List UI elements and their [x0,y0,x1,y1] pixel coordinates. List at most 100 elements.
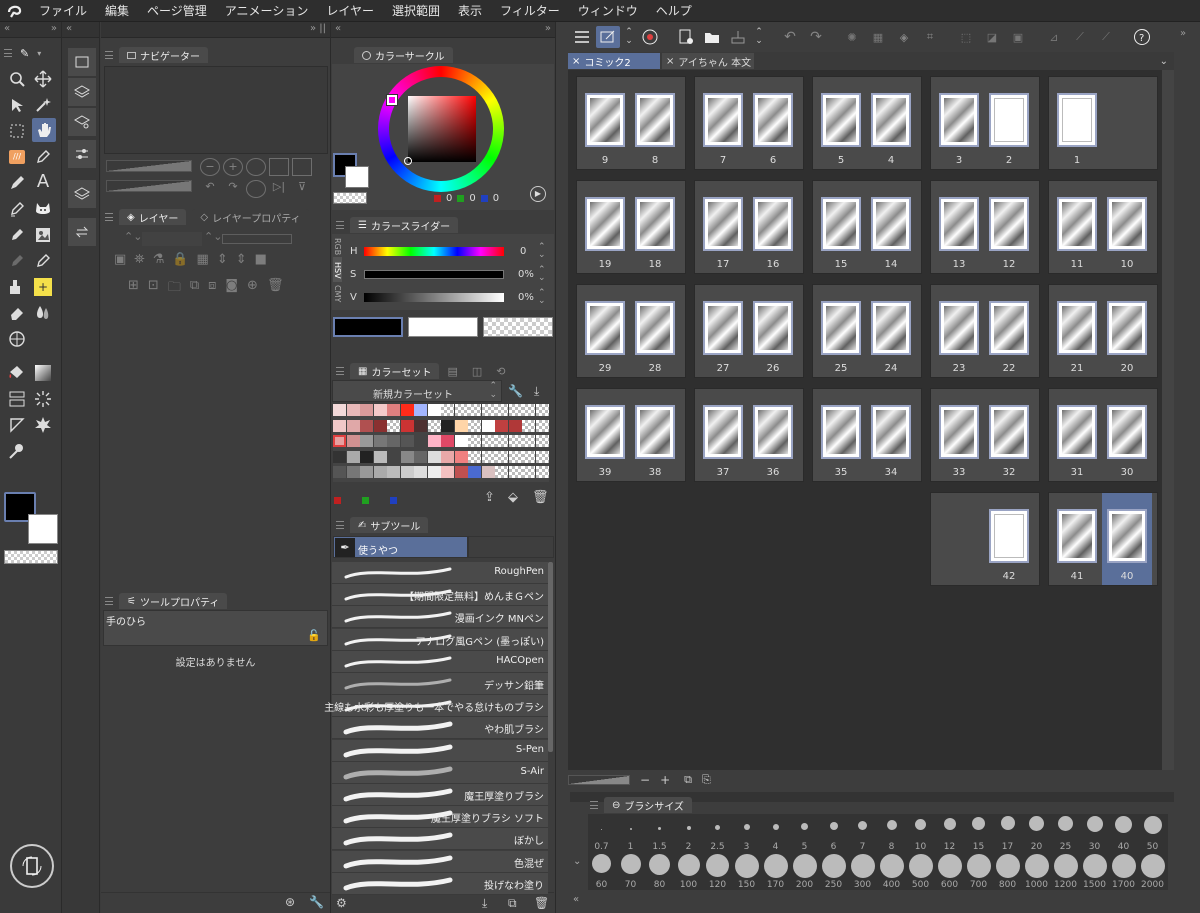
color-swatch[interactable] [400,435,414,447]
page-thumbnail[interactable] [703,405,743,459]
color-swatch[interactable] [427,450,441,463]
brush-size-preset[interactable]: 170 [762,854,789,890]
rotate-left-icon[interactable]: ↶ [200,180,220,198]
color-swatch[interactable] [333,466,346,478]
page-spread[interactable]: 27 26 [694,284,804,378]
color-set-settings-icon[interactable]: 🔧 [508,384,523,398]
tool-property-reset-icon[interactable]: ⊛ [285,895,295,909]
slider-sub-color[interactable] [408,317,478,337]
brush-size-preset[interactable]: 6 [820,816,847,852]
clear-icon[interactable]: ▦ [866,26,890,48]
brush-size-collapse-icon[interactable]: « [573,894,579,905]
color-swatch[interactable] [522,466,535,478]
zoom-tool-icon[interactable] [6,68,28,90]
tool-lock-icon[interactable]: 🔓 [307,629,321,642]
color-swatch[interactable] [373,450,387,463]
color-swatch[interactable] [387,450,400,463]
color-swatch[interactable] [441,404,454,416]
tab-list-chevron-icon[interactable]: ⌄ [1160,56,1168,67]
dock-adjust-icon[interactable] [68,140,96,168]
mask-icon[interactable]: ◙ [225,278,238,298]
tab-color-circle[interactable]: カラーサークル [354,47,453,63]
fill-icon[interactable]: ◈ [892,26,916,48]
speedline-tool-icon[interactable] [32,388,54,410]
color-swatch[interactable] [400,419,414,432]
flip-horizontal-icon[interactable]: ▷| [269,180,289,198]
page-spread[interactable]: 33 32 [930,388,1040,482]
brush-size-preset[interactable]: 600 [936,854,963,890]
brush-size-preset[interactable]: 500 [907,854,934,890]
tab-tool-property[interactable]: ⚟ ツールプロパティ [119,593,228,609]
color-swatch[interactable] [535,419,549,432]
zoom-in-icon[interactable]: + [223,158,243,176]
brush-size-preset[interactable]: 1 [617,816,644,852]
airbrush-tool-icon[interactable] [6,224,28,246]
brush-size-preset[interactable]: 30 [1081,816,1108,852]
page-thumbnail[interactable] [1057,93,1097,147]
menu-animation[interactable]: アニメーション [216,0,318,22]
page-edit-icon[interactable] [596,26,620,48]
brush-item[interactable]: 魔王厚塗りブラシ [332,784,548,806]
v-stepper-icon[interactable]: ⌃ ⌄ [538,289,546,306]
new-raster-layer-icon[interactable]: ⊞ [128,278,139,298]
page-thumbnail[interactable] [703,93,743,147]
color-swatch[interactable] [387,435,400,447]
page-manager-scrollbar[interactable] [1162,70,1174,770]
brush-item[interactable]: 投げなわ塗り [332,872,548,895]
flip-vertical-icon[interactable]: ⊽ [292,180,312,198]
stamp-tool-icon[interactable] [6,276,28,298]
color-swatch[interactable] [346,450,360,463]
menu-help[interactable]: ヘルプ [647,0,701,22]
page-thumbnail[interactable] [1107,405,1147,459]
page-spread[interactable]: 41 40 [1048,492,1158,586]
color-swatch[interactable] [481,450,495,463]
color-swatch[interactable] [454,435,468,447]
brush-size-preset[interactable]: 400 [878,854,905,890]
reference-icon[interactable]: ⛯ [134,252,144,272]
eraser-tool-icon[interactable] [6,302,28,324]
tab-layer[interactable]: ◈ レイヤー [119,209,187,225]
page-spread[interactable]: 15 14 [812,180,922,274]
collapse-color-column-icon[interactable]: « [335,23,341,34]
color-swatch[interactable] [373,419,387,432]
s-slider[interactable] [364,270,504,279]
saturation-value-square[interactable] [408,96,476,162]
brush-size-preset[interactable]: 7 [849,816,876,852]
color-swatch[interactable] [400,450,414,463]
cat-figure-tool-icon[interactable] [32,198,54,220]
delete-color-icon[interactable]: 🗑 [532,490,549,505]
text-tool-icon[interactable]: A [32,170,54,192]
color-swatch[interactable] [522,419,535,432]
color-swatch[interactable] [400,466,414,478]
page-thumbnail[interactable] [585,301,625,355]
color-swatch[interactable] [346,404,360,416]
dimmed-tool-icon[interactable] [6,250,28,272]
menu-filter[interactable]: フィルター [491,0,569,22]
color-swatch[interactable] [468,404,481,416]
brush-item[interactable]: S-Pen [332,739,548,762]
collapse-left-icon[interactable]: « [4,23,10,34]
brush-tool-icon[interactable] [6,198,28,220]
color-swatch[interactable] [495,404,508,416]
page-thumbnail[interactable] [939,405,979,459]
color-swatch[interactable] [414,419,427,432]
color-stepper2-icon[interactable]: ⇕ [236,252,247,272]
brush-size-expand-icon[interactable]: ⌄ [573,856,581,867]
hue-marker[interactable] [386,94,398,106]
brush-size-preset[interactable]: 15 [965,816,992,852]
color-set-select[interactable]: 新規カラーセット ⌃ ⌄ [332,380,502,402]
page-thumbnail[interactable] [871,93,911,147]
burst-tool-icon[interactable] [32,414,54,436]
tab-color-slider[interactable]: ☰ カラースライダー [350,217,459,233]
subtool-group-tab[interactable]: ✒ 使うやつ [333,536,468,558]
add-color-icon[interactable]: ⇪ [484,490,495,505]
brush-size-preset[interactable]: 0.7 [588,816,615,852]
tab-intermediate-color-icon[interactable]: ▤ [447,365,457,378]
color-swatch[interactable] [414,404,427,416]
page-spread[interactable]: 19 18 [576,180,686,274]
color-swatch[interactable] [508,419,522,432]
tab-color-set[interactable]: ▦ カラーセット [350,363,440,379]
brush-size-preset[interactable]: 12 [936,816,963,852]
invert-selection-icon[interactable]: ◪ [980,26,1004,48]
frame-tool-icon[interactable] [6,388,28,410]
